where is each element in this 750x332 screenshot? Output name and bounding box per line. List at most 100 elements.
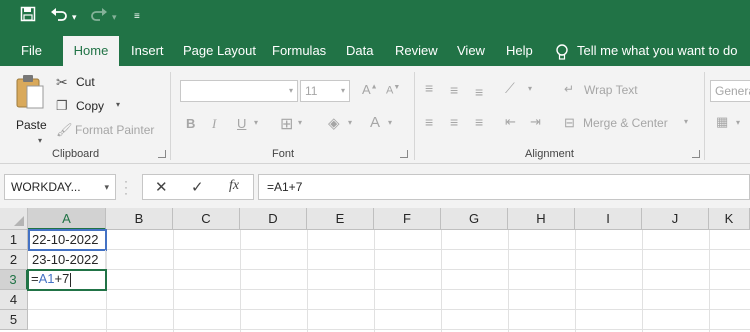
- wrap-text-icon: ↵: [564, 82, 575, 96]
- row-header-4[interactable]: 4: [0, 290, 28, 310]
- alignment-launcher-icon[interactable]: [692, 150, 700, 158]
- name-box-dropdown-icon[interactable]: ▾: [104, 175, 109, 199]
- save-icon[interactable]: [20, 6, 36, 28]
- tell-me-box[interactable]: Tell me what you want to do: [555, 36, 737, 66]
- underline-dropdown-icon[interactable]: ▾: [254, 118, 258, 127]
- align-left-icon[interactable]: ≡: [425, 114, 433, 130]
- tab-help[interactable]: Help: [498, 36, 541, 66]
- customize-icon[interactable]: ≡: [134, 6, 140, 28]
- copy-button[interactable]: ❐ Copy ▾: [56, 98, 126, 116]
- font-name-select[interactable]: ▾: [180, 80, 298, 102]
- tab-data[interactable]: Data: [338, 36, 381, 66]
- orientation-dropdown-icon[interactable]: ▾: [528, 84, 532, 93]
- accounting-format-icon[interactable]: ▦: [716, 114, 728, 130]
- column-header-c[interactable]: C: [173, 208, 240, 230]
- paste-dropdown-icon[interactable]: ▾: [38, 136, 42, 145]
- align-middle-icon[interactable]: ≡: [450, 82, 458, 98]
- decrease-indent-icon[interactable]: ⇤: [505, 114, 516, 130]
- borders-dropdown-icon[interactable]: ▾: [298, 118, 302, 127]
- name-box-value: WORKDAY...: [11, 180, 81, 194]
- italic-button[interactable]: I: [212, 116, 216, 132]
- align-center-icon[interactable]: ≡: [450, 114, 458, 130]
- formula-reference: A1: [38, 271, 55, 286]
- redo-icon[interactable]: [90, 6, 108, 28]
- formula-input[interactable]: =A1+7: [258, 174, 750, 200]
- tab-formulas[interactable]: Formulas: [264, 36, 334, 66]
- font-size-select[interactable]: 11 ▾: [300, 80, 350, 102]
- paste-button[interactable]: Paste: [12, 74, 48, 134]
- cancel-icon[interactable]: ✕: [155, 178, 168, 196]
- name-box[interactable]: WORKDAY... ▾: [4, 174, 116, 200]
- number-format-select[interactable]: Genera: [710, 80, 750, 102]
- merge-center-label: Merge & Center: [583, 116, 668, 130]
- orientation-icon[interactable]: ⟋: [505, 80, 515, 97]
- column-header-k[interactable]: K: [709, 208, 750, 230]
- copy-icon: ❐: [56, 98, 68, 113]
- increase-font-icon[interactable]: A▲: [362, 82, 378, 97]
- cut-button[interactable]: ✂ Cut: [56, 74, 106, 92]
- clipboard-group-label: Clipboard: [52, 148, 100, 160]
- increase-indent-icon[interactable]: ⇥: [530, 114, 541, 130]
- accounting-dropdown-icon[interactable]: ▾: [736, 118, 740, 127]
- tab-file[interactable]: File: [13, 36, 50, 66]
- tab-page-layout[interactable]: Page Layout: [175, 36, 264, 66]
- font-color-icon[interactable]: A: [370, 114, 380, 131]
- ribbon-separator: [170, 72, 171, 160]
- undo-icon[interactable]: [50, 6, 68, 28]
- wrap-text-button[interactable]: ↵ Wrap Text: [564, 82, 654, 100]
- clipboard-launcher-icon[interactable]: [158, 150, 166, 158]
- ribbon-separator: [414, 72, 415, 160]
- text-cursor: [70, 272, 72, 287]
- row-header-5[interactable]: 5: [0, 310, 28, 330]
- fill-color-icon[interactable]: ◈: [328, 114, 340, 132]
- format-painter-button[interactable]: 🖌 Format Painter: [56, 122, 160, 140]
- font-name-dropdown-icon: ▾: [288, 86, 293, 95]
- align-bottom-icon[interactable]: ≡: [475, 84, 483, 100]
- cell-a3-editing[interactable]: =A1+7: [27, 269, 107, 291]
- redo-dropdown-icon[interactable]: ▾: [112, 6, 117, 28]
- column-header-f[interactable]: F: [374, 208, 441, 230]
- tab-insert[interactable]: Insert: [123, 36, 172, 66]
- font-size-dropdown-icon: ▾: [340, 86, 345, 95]
- worksheet-grid: A B C D E F G H I J K 1 2 3 4 5 22-10-20…: [0, 208, 750, 332]
- align-right-icon[interactable]: ≡: [475, 114, 483, 130]
- font-color-dropdown-icon[interactable]: ▾: [388, 118, 392, 127]
- row-header-2[interactable]: 2: [0, 250, 28, 270]
- tab-home[interactable]: Home: [63, 36, 119, 66]
- borders-icon[interactable]: ⊞: [280, 114, 293, 134]
- fill-color-dropdown-icon[interactable]: ▾: [348, 118, 352, 127]
- bold-button[interactable]: B: [186, 116, 195, 131]
- column-header-a[interactable]: A: [28, 208, 106, 230]
- column-header-g[interactable]: G: [441, 208, 508, 230]
- select-all-button[interactable]: [0, 208, 28, 230]
- row-header-3[interactable]: 3: [0, 270, 28, 290]
- wrap-text-label: Wrap Text: [584, 83, 638, 97]
- insert-function-icon[interactable]: fx: [229, 178, 239, 194]
- undo-dropdown-icon[interactable]: ▾: [72, 6, 77, 28]
- brush-icon: 🖌: [56, 122, 73, 137]
- clipboard-icon: [16, 75, 44, 109]
- enter-icon[interactable]: ✓: [191, 178, 204, 196]
- lightbulb-icon: [555, 43, 569, 61]
- decrease-font-icon[interactable]: A▼: [386, 84, 400, 97]
- formula-reference-highlight: [28, 229, 107, 251]
- font-launcher-icon[interactable]: [400, 150, 408, 158]
- tab-view[interactable]: View: [449, 36, 493, 66]
- column-header-d[interactable]: D: [240, 208, 307, 230]
- merge-icon: ⊟: [564, 115, 575, 130]
- resize-handle-icon[interactable]: · · ·: [124, 175, 128, 199]
- cell-a2[interactable]: 23-10-2022: [28, 250, 106, 270]
- column-header-j[interactable]: J: [642, 208, 709, 230]
- alignment-group-label: Alignment: [525, 148, 574, 160]
- merge-center-button[interactable]: ⊟ Merge & Center ▾: [564, 115, 694, 133]
- align-top-icon[interactable]: ≡: [425, 80, 433, 96]
- row-header-1[interactable]: 1: [0, 230, 28, 250]
- underline-button[interactable]: U: [237, 116, 246, 131]
- column-header-i[interactable]: I: [575, 208, 642, 230]
- tab-review[interactable]: Review: [387, 36, 446, 66]
- merge-dropdown-icon: ▾: [684, 117, 689, 126]
- column-header-b[interactable]: B: [106, 208, 173, 230]
- column-header-h[interactable]: H: [508, 208, 575, 230]
- ribbon-separator: [704, 72, 705, 160]
- column-header-e[interactable]: E: [307, 208, 374, 230]
